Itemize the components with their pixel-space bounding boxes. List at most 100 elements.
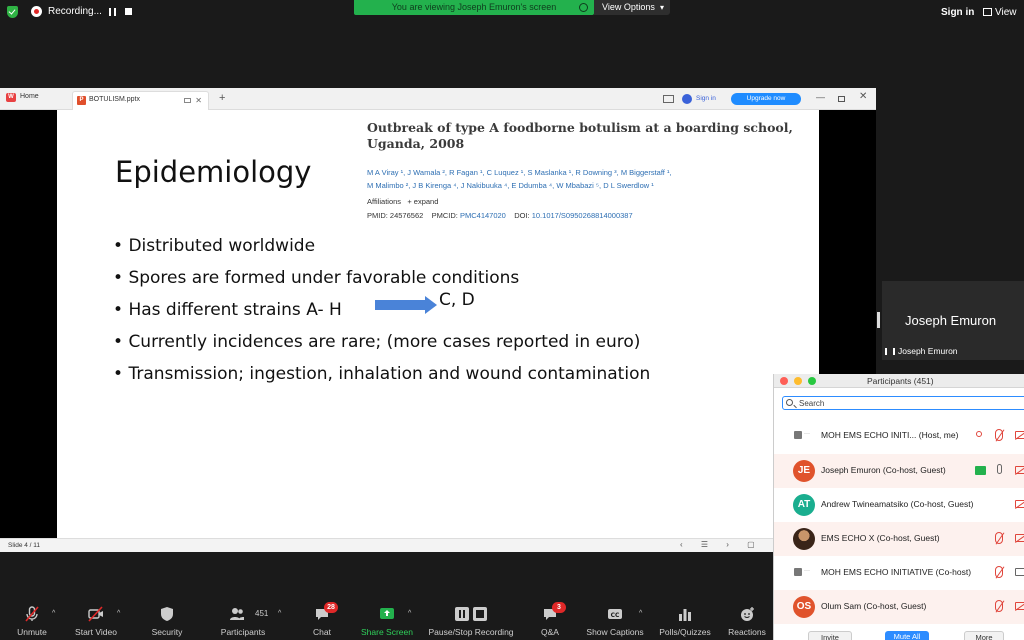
participants-options-caret-icon[interactable]: ^ xyxy=(278,610,281,617)
meeting-toolbar: Unmute ^ Start Video ^ Security 451 Part… xyxy=(0,602,773,640)
camera-off-icon[interactable] xyxy=(1015,466,1024,474)
slide-navigation-controls[interactable]: ‹ ☰ › ▢ ⊡ xyxy=(680,540,788,549)
unmute-button[interactable]: Unmute xyxy=(10,602,54,640)
affiliations-label: Affiliations xyxy=(367,197,402,206)
speaker-label: Joseph Emuron xyxy=(885,346,958,356)
video-options-caret-icon[interactable]: ^ xyxy=(117,610,120,617)
audio-options-caret-icon[interactable]: ^ xyxy=(52,610,55,617)
security-button[interactable]: Security xyxy=(145,602,189,640)
chat-badge: 28 xyxy=(324,602,338,613)
expand-link: + expand xyxy=(407,197,439,206)
paper-identifiers: PMID: 24576562 PMCID: PMC4147020 DOI: 10… xyxy=(367,211,633,220)
pause-stop-recording-button[interactable]: Pause/Stop Recording xyxy=(425,602,517,640)
authors-line: M A Viray ¹, J Wamala ², R Fagan ¹, C Lu… xyxy=(367,168,672,177)
reactions-button[interactable]: Reactions xyxy=(724,602,770,640)
qa-badge: 3 xyxy=(552,602,566,613)
mic-muted-icon[interactable] xyxy=(995,600,1003,612)
participants-count: 451 xyxy=(255,609,269,618)
participant-row[interactable]: EMS ECHO X (Co-host, Guest) xyxy=(774,522,1024,556)
maximize-icon[interactable] xyxy=(838,96,845,102)
stop-recording-icon[interactable] xyxy=(125,8,132,15)
book-icon[interactable] xyxy=(663,95,674,103)
search-icon xyxy=(786,399,793,406)
participant-row[interactable]: OS Olum Sam (Co-host, Guest) xyxy=(774,590,1024,624)
share-screen-button[interactable]: Share Screen xyxy=(358,602,416,640)
close-dot-icon[interactable] xyxy=(780,377,788,385)
minimize-dot-icon[interactable] xyxy=(794,377,802,385)
camera-off-icon[interactable] xyxy=(1015,500,1024,508)
zoom-dot-icon[interactable] xyxy=(808,377,816,385)
arrow-target-text: C, D xyxy=(439,290,475,310)
doi-value: 10.1017/S0950268814000387 xyxy=(531,211,633,220)
monitor-icon[interactable] xyxy=(184,98,191,103)
arrow-tail xyxy=(375,300,425,310)
participants-button[interactable]: 451 Participants xyxy=(213,602,273,640)
participant-name: Joseph Emuron (Co-host, Guest) xyxy=(821,465,946,475)
close-window-icon[interactable]: ✕ xyxy=(859,91,867,102)
show-captions-button[interactable]: CC Show Captions xyxy=(583,602,647,640)
participant-row[interactable]: ··· MOH EMS ECHO INITIATIVE (Co-host) xyxy=(774,556,1024,590)
signal-bars-icon xyxy=(885,348,895,355)
viewing-banner-text: You are viewing Joseph Emuron's screen xyxy=(391,2,557,12)
sign-in-button[interactable]: Sign in xyxy=(941,7,974,18)
wps-logo-icon: W xyxy=(6,93,16,102)
pmid: PMID: 24576562 xyxy=(367,211,424,220)
tile-drag-handle[interactable] xyxy=(877,312,880,328)
participant-row[interactable]: AT Andrew Twineamatsiko (Co-host, Guest) xyxy=(774,488,1024,522)
active-speaker-tile[interactable]: Joseph Emuron Joseph Emuron xyxy=(882,281,1024,360)
new-tab-icon[interactable]: + xyxy=(219,92,225,104)
people-icon xyxy=(230,608,244,620)
camera-off-icon[interactable] xyxy=(1015,602,1024,610)
pause-stop-label: Pause/Stop Recording xyxy=(428,627,514,637)
mic-muted-icon[interactable] xyxy=(995,429,1003,441)
paper-affiliations: Affiliations + expand xyxy=(367,197,438,206)
tab-botulism-pptx[interactable]: P BOTULISM.pptx ✕ xyxy=(72,91,209,110)
view-button[interactable]: View xyxy=(983,7,1017,18)
mic-muted-icon[interactable] xyxy=(995,566,1003,578)
arrow-head xyxy=(425,296,437,314)
browser-sign-in-link[interactable]: Sign in xyxy=(696,95,716,102)
recording-indicator-icon xyxy=(976,431,982,437)
participant-row[interactable]: JE Joseph Emuron (Co-host, Guest) xyxy=(774,454,1024,488)
camera-icon[interactable] xyxy=(1015,568,1024,576)
chat-button[interactable]: 28 Chat xyxy=(302,602,342,640)
participant-row[interactable]: ··· MOH EMS ECHO INITI... (Host, me) xyxy=(774,419,1024,453)
minimize-icon[interactable]: — xyxy=(816,92,825,102)
mic-muted-icon xyxy=(25,606,39,622)
user-icon[interactable] xyxy=(682,94,692,104)
upgrade-button[interactable]: Upgrade now xyxy=(731,93,801,105)
camera-off-icon[interactable] xyxy=(1015,431,1024,439)
share-options-caret-icon[interactable]: ^ xyxy=(408,610,411,617)
view-options-button[interactable]: View Options xyxy=(594,0,670,15)
camera-off-icon[interactable] xyxy=(1015,534,1024,542)
svg-text:CC: CC xyxy=(611,612,620,619)
share-screen-label: Share Screen xyxy=(361,627,413,637)
captions-options-caret-icon[interactable]: ^ xyxy=(639,610,642,617)
camera-off-icon xyxy=(88,606,103,622)
participants-search-input[interactable]: Search xyxy=(782,396,1024,410)
shield-icon[interactable] xyxy=(7,6,18,18)
captions-icon: CC xyxy=(608,609,622,619)
participant-name: MOH EMS ECHO INITI... (Host, me) xyxy=(821,430,959,440)
participant-name: Andrew Twineamatsiko (Co-host, Guest) xyxy=(821,499,974,509)
recording-icon xyxy=(31,6,42,17)
qa-button[interactable]: 3 Q&A xyxy=(530,602,570,640)
recording-label: Recording... xyxy=(48,6,102,17)
close-tab-icon[interactable]: ✕ xyxy=(195,96,202,105)
participants-label: Participants xyxy=(220,627,266,637)
participant-avatar xyxy=(794,431,802,439)
tab-home[interactable]: W Home xyxy=(6,93,39,102)
presentation-status-bar: Slide 4 / 11 ‹ ☰ › ▢ ⊡ xyxy=(0,538,876,552)
pause-recording-icon[interactable] xyxy=(109,8,116,16)
mute-all-button[interactable]: Mute All xyxy=(885,631,929,640)
invite-button[interactable]: Invite xyxy=(808,631,852,640)
speaker-name: Joseph Emuron xyxy=(905,313,997,328)
more-button[interactable]: More xyxy=(964,631,1004,640)
mic-muted-icon[interactable] xyxy=(995,532,1003,544)
security-label: Security xyxy=(151,627,183,637)
polls-quizzes-button[interactable]: Polls/Quizzes xyxy=(656,602,714,640)
participants-title: Participants (451) xyxy=(867,376,934,386)
start-video-button[interactable]: Start Video xyxy=(70,602,122,640)
mic-icon[interactable] xyxy=(997,464,1002,474)
show-captions-label: Show Captions xyxy=(586,627,644,637)
